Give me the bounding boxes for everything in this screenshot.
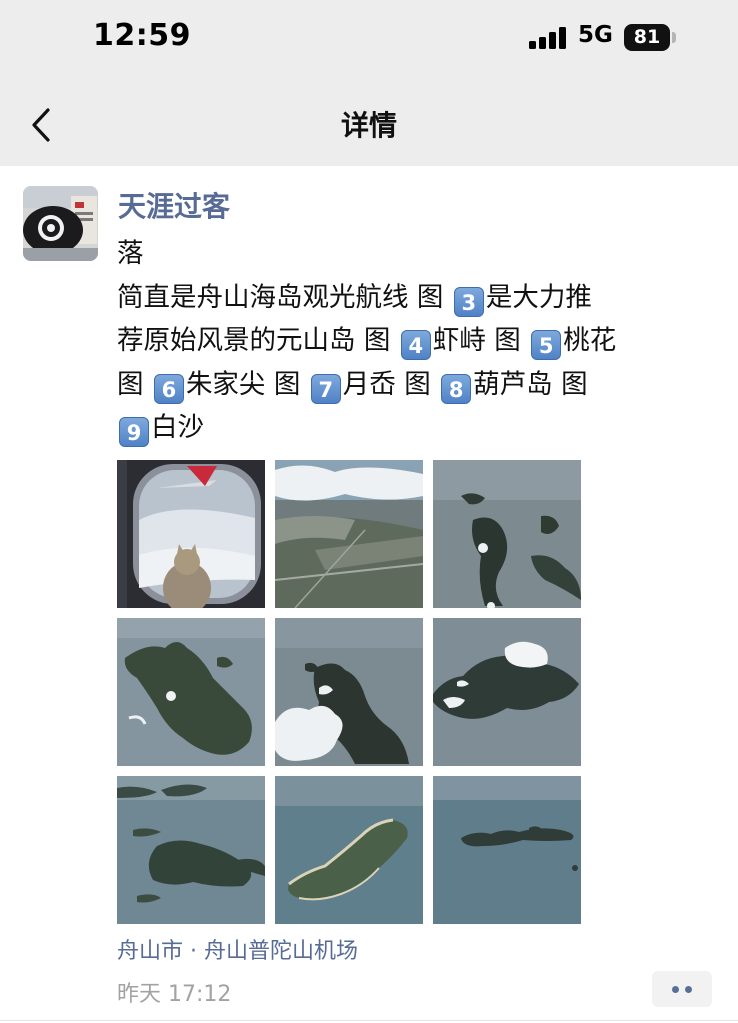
number-badge-icon: 9: [119, 417, 149, 447]
number-badge-icon: 7: [310, 373, 341, 404]
header: 12:59 5G 81 详情: [0, 0, 738, 166]
photo-5[interactable]: [275, 618, 423, 766]
author-name[interactable]: 天涯过客: [118, 185, 230, 225]
post-text-line: 9 白沙: [117, 406, 717, 450]
post-text-segment: 落: [117, 238, 144, 269]
post-text-segment: 荐原始风景的元山岛 图: [117, 325, 399, 356]
network-type: 5G: [578, 22, 613, 48]
signal-bars-icon: [529, 27, 569, 49]
photo-6[interactable]: [433, 618, 581, 766]
aerial-island-cloud-photo: [275, 618, 423, 766]
post-text-segment: 月岙 图: [342, 368, 440, 400]
post-text-segment: 虾峙 图: [432, 325, 530, 356]
post-text-segment: 是大力推: [485, 281, 592, 313]
divider: [0, 1020, 738, 1021]
avatar[interactable]: [23, 186, 98, 261]
aerial-island-coast-photo: [275, 776, 423, 924]
aerial-island-cloud-photo: [433, 618, 581, 766]
number-badge-icon: 5: [531, 330, 562, 360]
post-text-line: 落: [117, 232, 717, 276]
photo-7[interactable]: [117, 776, 265, 924]
battery-level: 81: [633, 26, 661, 48]
number-badge-icon: 3: [453, 286, 484, 317]
number-badge-icon: 4: [400, 330, 431, 360]
battery-icon: 81: [624, 24, 670, 51]
status-time: 12:59: [93, 18, 191, 53]
post-text-segment: 桃花: [563, 325, 617, 356]
aerial-city-clouds-photo: [275, 460, 423, 608]
photo-2[interactable]: [275, 460, 423, 608]
post-text-segment: 简直是舟山海岛观光航线 图: [117, 281, 452, 313]
photo-1[interactable]: [117, 460, 265, 608]
number-badge-icon: 8: [441, 373, 472, 404]
post-text: 落简直是舟山海岛观光航线 图 3 是大力推 荐原始风景的元山岛 图 4 虾峙 图 5桃…: [117, 232, 717, 450]
aerial-islands-photo: [433, 460, 581, 608]
page-title: 详情: [340, 109, 397, 142]
photo-9[interactable]: [433, 776, 581, 924]
aerial-islands-sea-photo: [433, 776, 581, 924]
avatar-image: [23, 186, 98, 261]
post-text-segment: 图: [117, 368, 152, 400]
post-text-segment: 白沙: [151, 412, 204, 443]
post-text-line: 图 6 朱家尖 图 7 月岙 图 8 葫芦岛 图: [117, 363, 717, 407]
battery-cap: [672, 32, 676, 43]
photo-grid: [117, 460, 581, 924]
photo-8[interactable]: [275, 776, 423, 924]
post-text-segment: 朱家尖 图: [185, 368, 309, 400]
post-text-line: 荐原始风景的元山岛 图 4 虾峙 图 5 桃花: [117, 319, 717, 363]
post-text-segment: 葫芦岛 图: [473, 368, 588, 400]
photo-3[interactable]: [433, 460, 581, 608]
post-timestamp: 昨天 17:12: [117, 982, 232, 1007]
aerial-island-photo: [117, 618, 265, 766]
number-badge-icon: 6: [153, 373, 184, 404]
airplane-window-cat-photo: [117, 460, 265, 608]
location-link[interactable]: 舟山市 · 舟山普陀山机场: [117, 933, 358, 965]
more-button[interactable]: [652, 971, 712, 1007]
photo-4[interactable]: [117, 618, 265, 766]
post-text-line: 简直是舟山海岛观光航线 图 3 是大力推: [117, 276, 717, 320]
aerial-islands-photo: [117, 776, 265, 924]
